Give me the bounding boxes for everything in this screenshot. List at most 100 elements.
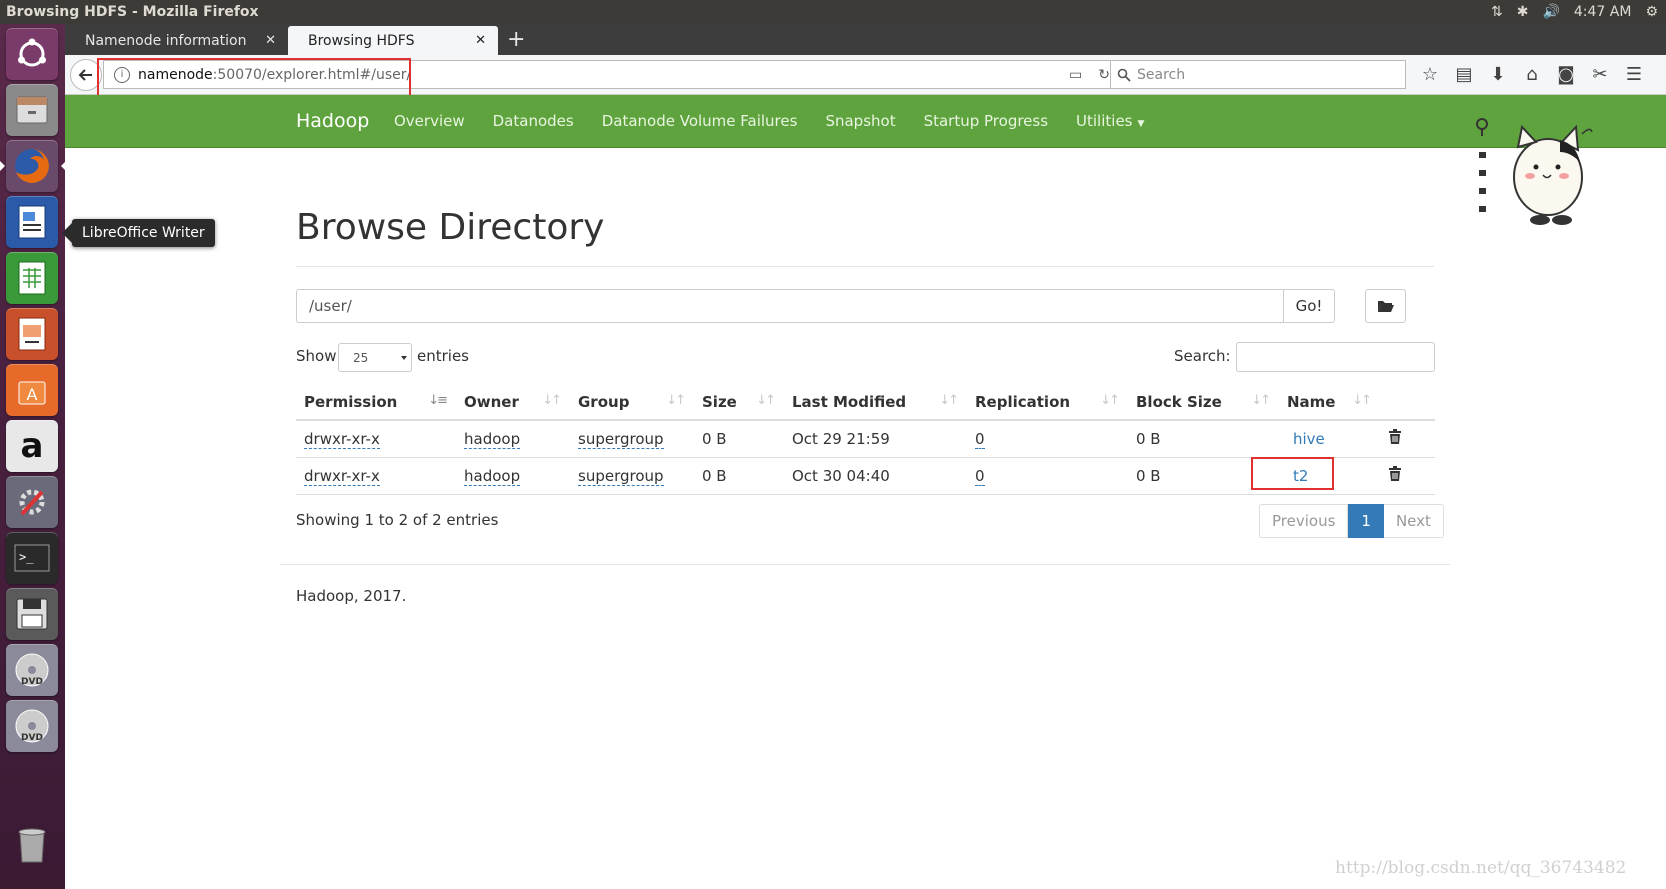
divider — [296, 266, 1434, 267]
watermark: http://blog.csdn.net/qq_36743482 — [1335, 858, 1627, 878]
hadoop-brand[interactable]: Hadoop — [296, 95, 369, 147]
table-search-input[interactable] — [1236, 342, 1435, 372]
system-tray: ⇅ ✱ 🔊 4:47 AM ⚙ — [1491, 4, 1666, 20]
nav-overview[interactable]: Overview — [394, 112, 465, 130]
group-cell[interactable]: supergroup — [578, 466, 664, 486]
column-header-block-size[interactable]: Block Size ↓↑ — [1128, 384, 1279, 421]
previous-page-button[interactable]: Previous — [1259, 504, 1349, 538]
chevron-down-icon — [401, 356, 407, 363]
url-path: :50070/explorer.html#/user/ — [212, 66, 412, 83]
create-directory-button[interactable] — [1365, 289, 1406, 323]
nav-snapshot[interactable]: Snapshot — [825, 112, 895, 130]
table-info: Showing 1 to 2 of 2 entries — [296, 511, 499, 529]
table-header-row: Permission ↓≡ Owner ↓↑ Group ↓↑ Size ↓↑ Last… — [296, 384, 1435, 421]
svg-text:A: A — [27, 385, 38, 404]
owner-cell[interactable]: hadoop — [464, 429, 521, 449]
size-cell: 0 B — [694, 420, 784, 458]
bluetooth-icon[interactable]: ✱ — [1517, 4, 1529, 20]
home-icon[interactable]: ⌂ — [1522, 64, 1542, 85]
permission-cell[interactable]: drwxr-xr-x — [304, 466, 380, 486]
block-size-cell: 0 B — [1128, 420, 1279, 458]
trash-icon[interactable] — [1388, 466, 1402, 481]
column-header-last-modified[interactable]: Last Modified ↓↑ — [784, 384, 967, 421]
nav-utilities[interactable]: Utilities ▼ — [1076, 112, 1144, 130]
close-icon[interactable]: ✕ — [265, 33, 276, 48]
dvd-icon[interactable]: DVD — [6, 700, 58, 752]
go-button[interactable]: Go! — [1283, 289, 1335, 323]
column-header-owner[interactable]: Owner ↓↑ — [456, 384, 570, 421]
next-page-button[interactable]: Next — [1383, 504, 1444, 538]
dvd-icon[interactable]: DVD — [6, 644, 58, 696]
hamburger-menu-icon[interactable]: ☰ — [1624, 64, 1644, 85]
trash-icon[interactable] — [6, 818, 58, 870]
sort-icon: ↓↑ — [666, 393, 686, 408]
clock[interactable]: 4:47 AM — [1574, 4, 1632, 20]
ubuntu-dash-icon[interactable] — [6, 28, 58, 80]
download-icon[interactable]: ⬇ — [1488, 64, 1508, 85]
owner-cell[interactable]: hadoop — [464, 466, 521, 486]
software-center-icon[interactable]: A — [6, 364, 58, 416]
sort-icon: ↓↑ — [1100, 393, 1120, 408]
reload-icon[interactable]: ↻ — [1098, 67, 1110, 83]
permission-cell[interactable]: drwxr-xr-x — [304, 429, 380, 449]
replication-cell[interactable]: 0 — [975, 466, 985, 486]
info-icon[interactable]: i — [114, 66, 130, 83]
last-modified-cell: Oct 29 21:59 — [784, 420, 967, 458]
nav-datanodes[interactable]: Datanodes — [493, 112, 574, 130]
show-label: Show — [296, 347, 337, 365]
search-bar[interactable]: Search — [1110, 60, 1406, 89]
nav-startup-progress[interactable]: Startup Progress — [924, 112, 1048, 130]
column-header-name[interactable]: Name ↓↑ — [1279, 384, 1380, 421]
bookmark-star-icon[interactable]: ☆ — [1420, 64, 1440, 85]
amazon-icon[interactable]: a — [6, 420, 58, 472]
back-button[interactable] — [70, 59, 102, 91]
developer-icon[interactable]: ✂ — [1590, 64, 1610, 85]
gear-icon[interactable]: ⚙ — [1645, 4, 1658, 20]
directory-path-input[interactable]: /user/ — [296, 289, 1284, 323]
page-footer: Hadoop, 2017. — [296, 587, 407, 605]
hadoop-menu: Overview Datanodes Datanode Volume Failu… — [394, 95, 1144, 147]
replication-cell[interactable]: 0 — [975, 429, 985, 449]
clipboard-icon[interactable]: ▤ — [1454, 64, 1474, 85]
files-icon[interactable] — [6, 84, 58, 136]
column-header-group[interactable]: Group ↓↑ — [570, 384, 694, 421]
libreoffice-impress-icon[interactable] — [6, 308, 58, 360]
close-icon[interactable]: ✕ — [475, 33, 486, 48]
group-cell[interactable]: supergroup — [578, 429, 664, 449]
entries-per-page-select[interactable]: 25 — [338, 343, 412, 372]
system-settings-icon[interactable] — [6, 476, 58, 528]
sort-icon: ↓↑ — [1251, 393, 1271, 408]
table-row: drwxr-xr-x hadoop supergroup 0 B Oct 30 … — [296, 457, 1435, 495]
trash-icon[interactable] — [1388, 429, 1402, 445]
volume-icon[interactable]: 🔊 — [1542, 4, 1559, 20]
page-1-button[interactable]: 1 — [1348, 504, 1384, 538]
entries-label: entries — [417, 347, 469, 365]
directory-link-hive[interactable]: hive — [1293, 430, 1325, 448]
nav-datanode-volume-failures[interactable]: Datanode Volume Failures — [602, 112, 798, 130]
column-header-replication[interactable]: Replication ↓↑ — [967, 384, 1128, 421]
search-placeholder: Search — [1137, 66, 1186, 83]
url-bar[interactable]: i namenode :50070/explorer.html#/user/ ▭… — [103, 60, 1123, 89]
new-tab-button[interactable]: + — [507, 24, 525, 55]
tab-namenode-information[interactable]: Namenode information ✕ — [65, 26, 288, 55]
entries-value: 25 — [353, 350, 369, 365]
column-header-size[interactable]: Size ↓↑ — [694, 384, 784, 421]
floppy-disk-icon[interactable] — [6, 588, 58, 640]
firefox-icon[interactable] — [0, 140, 66, 192]
network-icon[interactable]: ⇅ — [1491, 4, 1503, 20]
reader-view-icon[interactable]: ▭ — [1069, 67, 1082, 83]
libreoffice-writer-icon[interactable] — [6, 196, 58, 248]
nav-utilities-label: Utilities — [1076, 112, 1133, 130]
column-header-permission[interactable]: Permission ↓≡ — [296, 384, 456, 421]
directory-link-t2[interactable]: t2 — [1293, 467, 1308, 485]
last-modified-cell: Oct 30 04:40 — [784, 457, 967, 495]
libreoffice-calc-icon[interactable] — [6, 252, 58, 304]
url-host: namenode — [138, 66, 213, 83]
cat-sticker-image — [1476, 118, 1593, 225]
block-size-cell: 0 B — [1128, 457, 1279, 495]
size-cell: 0 B — [694, 457, 784, 495]
pocket-icon[interactable]: ◙ — [1556, 64, 1576, 85]
tab-browsing-hdfs[interactable]: Browsing HDFS ✕ — [288, 26, 498, 55]
terminal-icon[interactable]: >_ — [6, 532, 58, 584]
toolbar-icons: ☆ ▤ ⬇ ⌂ ◙ ✂ ☰ — [1420, 60, 1644, 89]
